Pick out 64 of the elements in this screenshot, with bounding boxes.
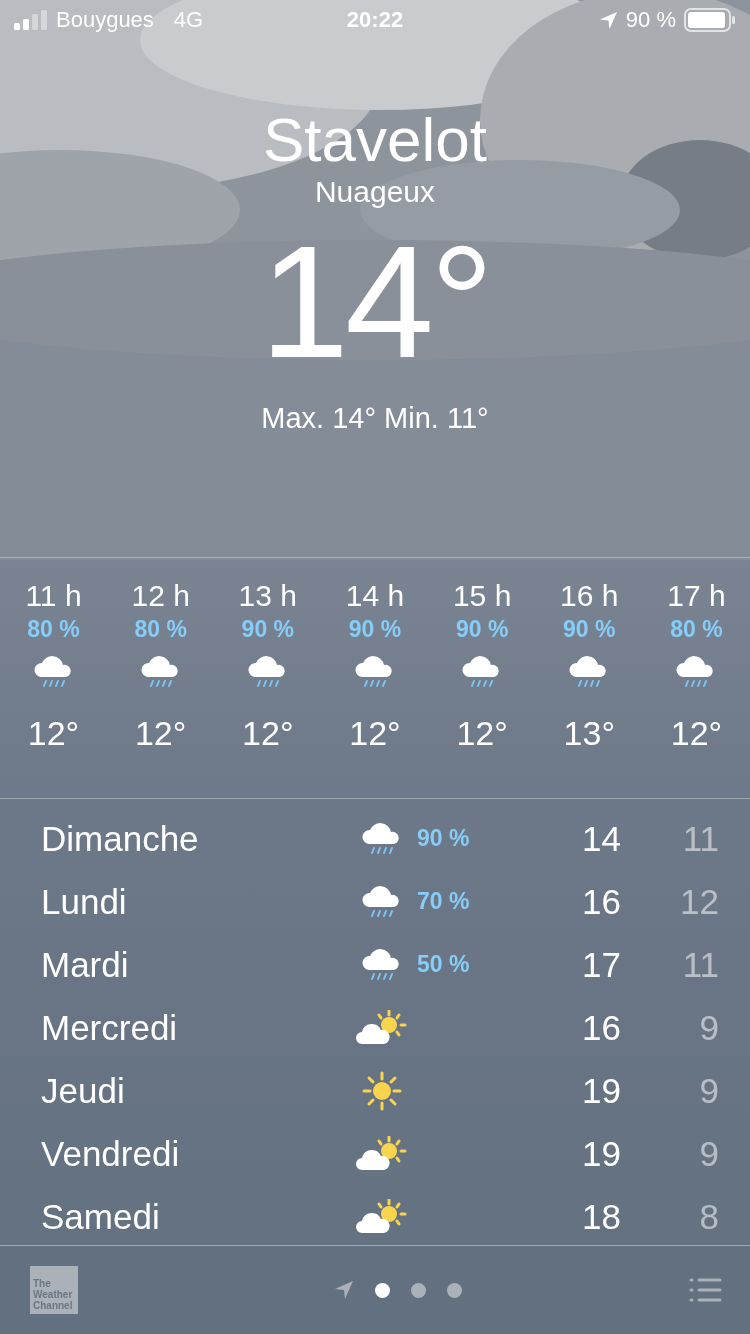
hourly-temperature: 12° (456, 714, 508, 753)
page-dot[interactable] (411, 1282, 426, 1298)
city-name: Stavelot (263, 104, 487, 176)
low-temperature: 8 (698, 1196, 719, 1237)
hourly-temperature: 12° (134, 714, 187, 753)
weather-channel-logo[interactable]: The Weather Channel (30, 1266, 78, 1314)
rain-chance: 70 % (416, 888, 471, 915)
high-low-temperature: Max. 14° Min. 11° (261, 402, 489, 435)
day-name: Jeudi (41, 1070, 126, 1111)
high-temperature: 18 (581, 1196, 621, 1237)
page-dot[interactable] (447, 1282, 462, 1298)
high-temperature: 19 (581, 1133, 621, 1174)
rain-chance: 90 % (455, 615, 509, 644)
carrier-name: Bouygues (56, 7, 154, 33)
low-temperature: 12 (679, 881, 719, 922)
current-temperature: 14° (260, 222, 490, 382)
low-temperature: 11 (681, 818, 719, 859)
weather-condition: Nuageux (314, 174, 436, 210)
sun-behind-cloud-icon (356, 1198, 408, 1235)
hourly-temperature: 13° (563, 714, 615, 753)
sun-icon (361, 1069, 403, 1112)
hour-label: 16 h (560, 578, 619, 614)
page-dot[interactable] (375, 1282, 390, 1298)
high-temperature: 16 (581, 1007, 621, 1048)
hour-label: 17 h (667, 578, 726, 614)
low-temperature: 9 (698, 1007, 719, 1048)
sun-behind-cloud-icon (356, 1135, 408, 1172)
day-name: Samedi (41, 1196, 161, 1237)
low-temperature: 9 (698, 1070, 719, 1111)
rain-chance: 90 % (241, 615, 295, 644)
hour-label: 15 h (452, 578, 512, 614)
high-temperature: 16 (581, 881, 621, 922)
list-icon[interactable] (688, 1278, 722, 1302)
signal-icon (14, 10, 48, 30)
low-temperature: 9 (698, 1133, 719, 1174)
hourly-temperature: 12° (242, 714, 294, 753)
rain-chance: 90 % (348, 615, 402, 644)
day-name: Dimanche (41, 818, 200, 859)
hour-label: 14 h (345, 578, 405, 614)
hour-label: 11 h (25, 578, 82, 614)
day-name: Mercredi (41, 1007, 179, 1048)
battery-percentage: 90 % (625, 7, 676, 33)
high-temperature: 17 (581, 944, 621, 985)
rain-chance: 90 % (563, 615, 616, 644)
hour-label: 12 h (131, 578, 190, 614)
day-name: Mardi (41, 944, 130, 985)
rain-chance: 90 % (416, 825, 471, 852)
rain-chance: 80 % (27, 615, 80, 644)
location-arrow-icon[interactable] (334, 1280, 354, 1300)
hourly-temperature: 12° (670, 714, 723, 753)
battery-icon (684, 8, 736, 32)
hourly-temperature: 12° (349, 714, 401, 753)
hourly-temperature: 12° (27, 714, 80, 753)
rain-chance: 80 % (670, 615, 723, 644)
location-arrow-icon (598, 10, 618, 30)
low-temperature: 11 (681, 944, 719, 985)
sun-behind-cloud-icon (356, 1009, 408, 1046)
day-name: Lundi (41, 881, 128, 922)
day-name: Vendredi (41, 1133, 181, 1174)
high-temperature: 19 (581, 1070, 621, 1111)
hour-label: 13 h (238, 578, 297, 614)
rain-chance: 50 % (416, 951, 471, 978)
high-temperature: 14 (581, 818, 621, 859)
rain-chance: 80 % (134, 615, 187, 644)
